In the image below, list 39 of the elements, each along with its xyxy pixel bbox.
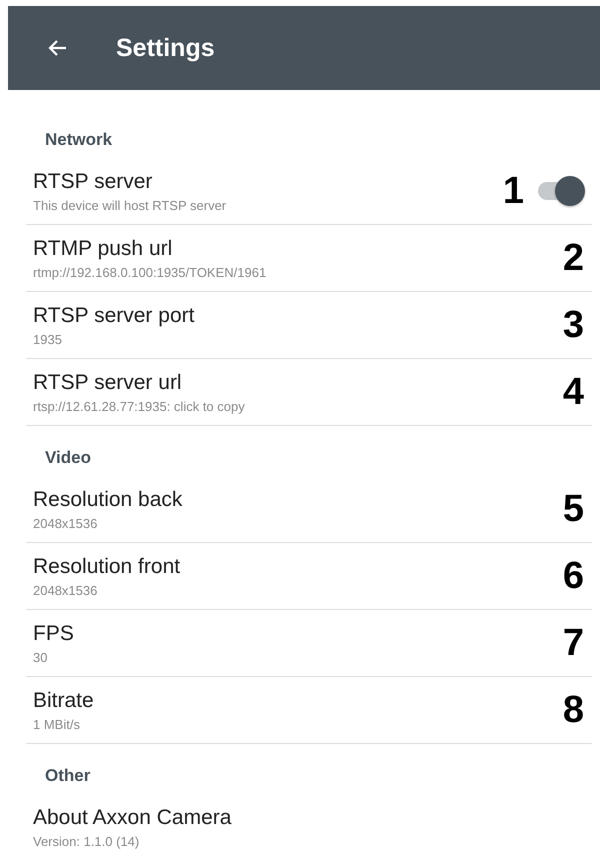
setting-summary: 30 [33, 650, 48, 664]
section-heading: Video [44, 448, 92, 468]
setting-summary: 1 MBit/s [33, 716, 81, 732]
setting-title: RTSP server [33, 170, 154, 194]
settings-row[interactable]: Resolution front 2048x1536 6 [26, 543, 592, 610]
callout-number: 1 [502, 170, 524, 212]
callout-number: 3 [562, 304, 584, 346]
setting-title: About Axxon Camera [33, 806, 232, 830]
setting-title: RTSP server url [33, 370, 183, 394]
setting-summary: 1935 [33, 332, 63, 346]
setting-title: Resolution front [33, 554, 182, 578]
setting-summary: Version: 1.1.0 (14) [33, 834, 140, 848]
setting-title: FPS [33, 622, 75, 646]
setting-summary: rtmp://192.168.0.100:1935/TOKEN/1961 [33, 264, 268, 280]
callout-number: 6 [562, 554, 584, 598]
callout-number: 5 [562, 488, 584, 530]
setting-title: RTMP push url [33, 236, 174, 260]
section-heading: Other [44, 766, 92, 786]
setting-title: Bitrate [33, 688, 95, 712]
setting-summary: This device will host RTSP server [33, 198, 228, 212]
setting-summary: rtsp://12.61.28.77:1935: click to copy [33, 398, 246, 414]
setting-summary: 2048x1536 [33, 582, 98, 598]
settings-row[interactable]: Resolution back 2048x1536 5 [26, 476, 592, 543]
settings-row[interactable]: Bitrate 1 MBit/s 8 [26, 677, 592, 744]
callout-number: 4 [562, 370, 584, 414]
callout-number: 2 [562, 236, 584, 280]
setting-title: Resolution back [33, 488, 184, 512]
callout-number: 8 [562, 688, 584, 732]
settings-row[interactable]: FPS 30 7 [26, 610, 592, 677]
settings-row[interactable]: About Axxon Camera Version: 1.1.0 (14) [26, 794, 592, 860]
settings-row[interactable]: RTSP server url rtsp://12.61.28.77:1935: click to copy 4 [26, 359, 592, 426]
settings-row[interactable]: RTSP server This device will host RTSP server 1 [26, 158, 592, 225]
setting-summary: 2048x1536 [33, 516, 98, 530]
section-heading: Network [44, 130, 114, 150]
settings-row[interactable]: RTSP server port 1935 3 [26, 292, 592, 359]
callout-number: 7 [562, 622, 584, 664]
setting-title: RTSP server port [33, 304, 196, 328]
settings-row[interactable]: RTMP push url rtmp://192.168.0.100:1935/TOKEN/1961 2 [26, 225, 592, 292]
page-title: Settings [116, 34, 215, 62]
